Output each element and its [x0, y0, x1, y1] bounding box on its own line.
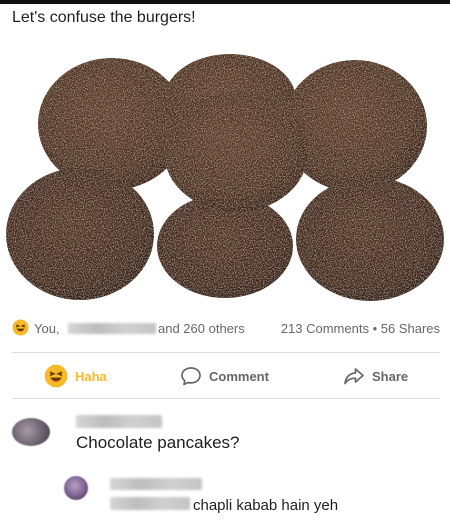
- blurred-commenter-name: [110, 478, 202, 490]
- avatar[interactable]: [12, 418, 50, 446]
- share-button[interactable]: Share: [343, 360, 408, 392]
- reactions-others-label[interactable]: and 260 others: [158, 321, 245, 336]
- reply-text: chapli kabab hain yeh: [193, 497, 339, 514]
- comments-shares-count[interactable]: 213 Comments • 56 Shares: [281, 321, 440, 336]
- reactions-bar[interactable]: You, and 260 others 213 Comments • 56 Sh…: [12, 319, 440, 339]
- haha-emoji-icon: [12, 319, 29, 336]
- comment-text: Chocolate pancakes?: [76, 433, 240, 452]
- post-photo[interactable]: [0, 34, 450, 306]
- patty-back-left: [38, 58, 186, 190]
- blurred-commenter-name: [76, 415, 162, 428]
- patty-front-left: [6, 168, 154, 300]
- haha-emoji-icon: [44, 364, 68, 388]
- post-text: Let's confuse the burgers!: [12, 9, 196, 26]
- patty-front-right: [296, 177, 444, 301]
- haha-button[interactable]: Haha: [44, 360, 107, 392]
- reactions-you-label: You,: [34, 321, 60, 336]
- patty-back-right: [283, 60, 427, 192]
- blurred-name: [68, 323, 156, 334]
- haha-label: Haha: [75, 368, 107, 384]
- comment-button[interactable]: Comment: [180, 360, 269, 392]
- top-edge-bar: [0, 0, 450, 4]
- action-bar: Haha Comment Share: [0, 360, 450, 392]
- divider: [12, 352, 440, 353]
- comment-label: Comment: [209, 368, 269, 384]
- blurred-mention: [110, 497, 190, 510]
- comment-bubble-icon: [181, 367, 201, 386]
- share-label: Share: [372, 368, 409, 384]
- patty-middle: [164, 92, 308, 212]
- avatar[interactable]: [64, 476, 88, 500]
- divider: [12, 398, 440, 399]
- share-arrow-icon: [344, 368, 364, 385]
